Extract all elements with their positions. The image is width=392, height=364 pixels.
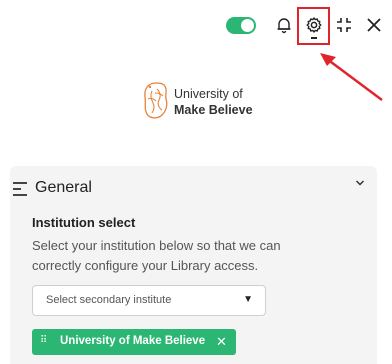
logo-text-line2: Make Believe: [174, 103, 253, 117]
university-logo: University of Make Believe: [140, 79, 260, 121]
gear-icon[interactable]: [303, 14, 325, 36]
caret-down-icon: ▼: [243, 294, 253, 305]
logo-mark-icon: [144, 82, 168, 119]
institution-select-description: Select your institution below so that we…: [32, 238, 281, 273]
shrink-icon[interactable]: [333, 14, 355, 36]
drag-handle-icon[interactable]: ⠿: [40, 335, 47, 346]
remove-chip-icon[interactable]: ✕: [216, 334, 227, 350]
gear-active-indicator: [311, 37, 317, 39]
bell-icon[interactable]: [273, 14, 295, 36]
chevron-down-icon[interactable]: [355, 176, 365, 190]
menu-icon[interactable]: [13, 181, 29, 197]
general-section-panel: General Institution select Select your i…: [10, 166, 377, 364]
top-toolbar: [0, 0, 392, 102]
select-placeholder: Select secondary institute: [46, 294, 172, 306]
close-icon[interactable]: [363, 14, 385, 36]
extension-toggle[interactable]: [226, 17, 256, 34]
toggle-knob: [241, 19, 254, 32]
logo-text-line1: University of: [174, 87, 243, 101]
selected-institution-chip[interactable]: ⠿ University of Make Believe ✕: [32, 329, 236, 355]
section-title: General: [35, 179, 92, 196]
chip-label: University of Make Believe: [60, 335, 206, 347]
red-arrow-icon: [320, 53, 383, 102]
secondary-institute-select[interactable]: Select secondary institute ▼: [32, 285, 266, 316]
institution-select-label: Institution select: [32, 215, 136, 230]
